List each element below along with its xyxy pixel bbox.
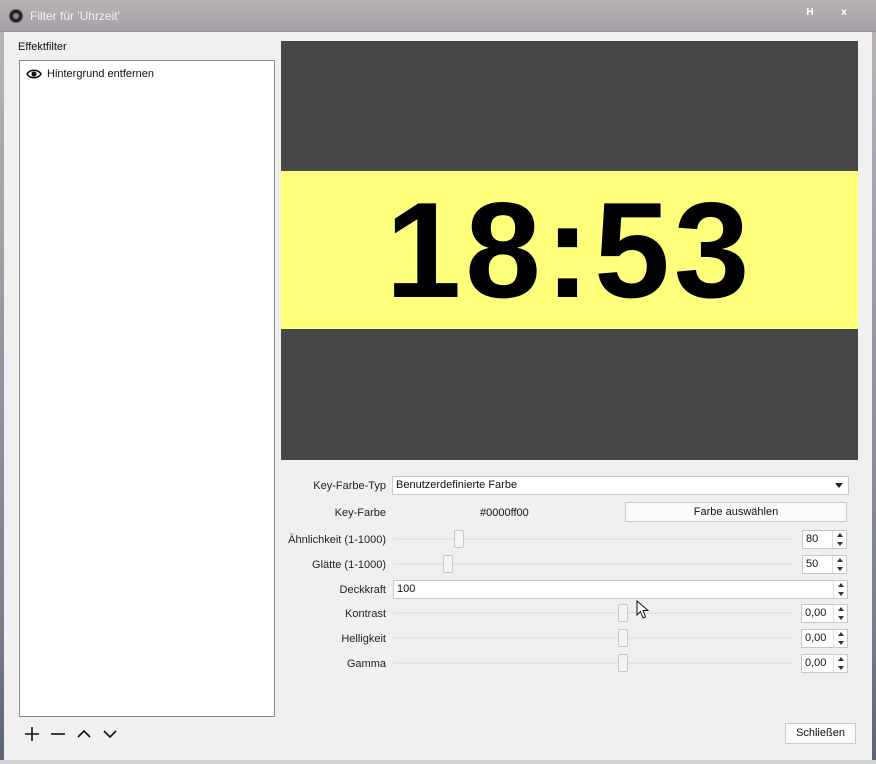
contrast-label: Kontrast xyxy=(345,608,386,620)
window-edge-right xyxy=(872,32,876,764)
spin-arrows[interactable] xyxy=(833,581,847,598)
effect-filters-label: Effektfilter xyxy=(18,41,67,53)
contrast-spinbox[interactable]: 0,00 xyxy=(801,604,848,623)
spin-arrows[interactable] xyxy=(832,531,846,548)
gamma-slider[interactable] xyxy=(393,653,793,673)
obs-logo-icon xyxy=(9,9,23,23)
pick-color-button[interactable]: Farbe auswählen xyxy=(625,502,847,522)
contrast-value: 0,00 xyxy=(805,607,827,619)
slider-thumb[interactable] xyxy=(618,654,628,672)
opacity-spinbox[interactable]: 100 xyxy=(393,580,848,599)
arrow-down-icon[interactable] xyxy=(837,665,844,670)
slider-track xyxy=(393,563,793,565)
similarity-value: 80 xyxy=(806,533,819,545)
opacity-label: Deckkraft xyxy=(339,584,386,596)
eye-icon[interactable] xyxy=(26,68,42,80)
minus-icon xyxy=(51,733,65,735)
window-edge-bottom xyxy=(0,760,876,764)
slider-track xyxy=(393,662,793,664)
plus-icon xyxy=(25,727,39,741)
close-button[interactable]: Schließen xyxy=(785,723,856,744)
arrow-up-icon[interactable] xyxy=(836,533,843,538)
key-color-type-label: Key-Farbe-Typ xyxy=(313,480,386,492)
similarity-spinbox[interactable]: 80 xyxy=(802,530,847,549)
smoothness-slider[interactable] xyxy=(393,554,793,574)
key-color-type-select[interactable]: Benutzerdefinierte Farbe xyxy=(392,476,849,495)
list-item[interactable]: Hintergrund entfernen xyxy=(26,66,266,82)
brightness-spinbox[interactable]: 0,00 xyxy=(801,629,848,648)
arrow-up-icon[interactable] xyxy=(837,583,844,588)
clock-text: 18:53 xyxy=(385,174,754,326)
gamma-spinbox[interactable]: 0,00 xyxy=(801,654,848,673)
slider-track xyxy=(393,612,793,614)
filter-actions xyxy=(22,725,120,743)
spin-arrows[interactable] xyxy=(833,630,847,647)
close-window-button[interactable]: x xyxy=(837,6,851,20)
title-bar[interactable]: Filter für 'Uhrzeit' H x xyxy=(0,0,876,32)
help-button[interactable]: H xyxy=(803,6,817,20)
window-edge-left xyxy=(0,32,4,764)
slider-thumb[interactable] xyxy=(443,555,453,573)
arrow-down-icon[interactable] xyxy=(837,640,844,645)
slider-track xyxy=(393,538,793,540)
arrow-down-icon[interactable] xyxy=(837,615,844,620)
brightness-value: 0,00 xyxy=(805,632,827,644)
remove-filter-button[interactable] xyxy=(48,725,68,743)
gamma-label: Gamma xyxy=(346,658,386,670)
spin-arrows[interactable] xyxy=(833,605,847,622)
slider-thumb[interactable] xyxy=(618,604,628,622)
spin-arrows[interactable] xyxy=(832,556,846,573)
arrow-down-icon[interactable] xyxy=(836,566,843,571)
arrow-up-icon[interactable] xyxy=(837,657,844,662)
similarity-label: Ähnlichkeit (1-1000) xyxy=(288,534,386,546)
move-up-button[interactable] xyxy=(74,725,94,743)
arrow-up-icon[interactable] xyxy=(837,607,844,612)
slider-thumb[interactable] xyxy=(618,629,628,647)
chevron-up-icon xyxy=(77,729,91,738)
slider-thumb[interactable] xyxy=(454,530,464,548)
brightness-slider[interactable] xyxy=(393,628,793,648)
contrast-slider[interactable] xyxy=(393,603,793,623)
add-filter-button[interactable] xyxy=(22,725,42,743)
window-title: Filter für 'Uhrzeit' xyxy=(30,9,120,23)
arrow-down-icon[interactable] xyxy=(837,591,844,596)
brightness-label: Helligkeit xyxy=(341,633,386,645)
key-color-type-value: Benutzerdefinierte Farbe xyxy=(396,479,518,491)
smoothness-label: Glätte (1-1000) xyxy=(312,559,386,571)
key-color-value: #0000ff00 xyxy=(480,507,529,519)
spin-arrows[interactable] xyxy=(833,655,847,672)
key-color-label: Key-Farbe xyxy=(334,507,386,519)
gamma-value: 0,00 xyxy=(805,657,827,669)
clock-band: 18:53 xyxy=(281,171,858,329)
chevron-down-icon xyxy=(103,730,117,739)
similarity-slider[interactable] xyxy=(393,529,793,549)
mouse-cursor-icon xyxy=(636,600,650,619)
arrow-down-icon[interactable] xyxy=(836,541,843,546)
smoothness-spinbox[interactable]: 50 xyxy=(802,555,847,574)
arrow-up-icon[interactable] xyxy=(836,558,843,563)
opacity-value: 100 xyxy=(397,583,416,595)
filter-name: Hintergrund entfernen xyxy=(47,68,155,80)
chevron-down-icon xyxy=(835,483,843,488)
arrow-up-icon[interactable] xyxy=(837,632,844,637)
slider-track xyxy=(393,637,793,639)
move-down-button[interactable] xyxy=(100,725,120,743)
preview-area: 18:53 xyxy=(281,41,858,460)
smoothness-value: 50 xyxy=(806,558,819,570)
